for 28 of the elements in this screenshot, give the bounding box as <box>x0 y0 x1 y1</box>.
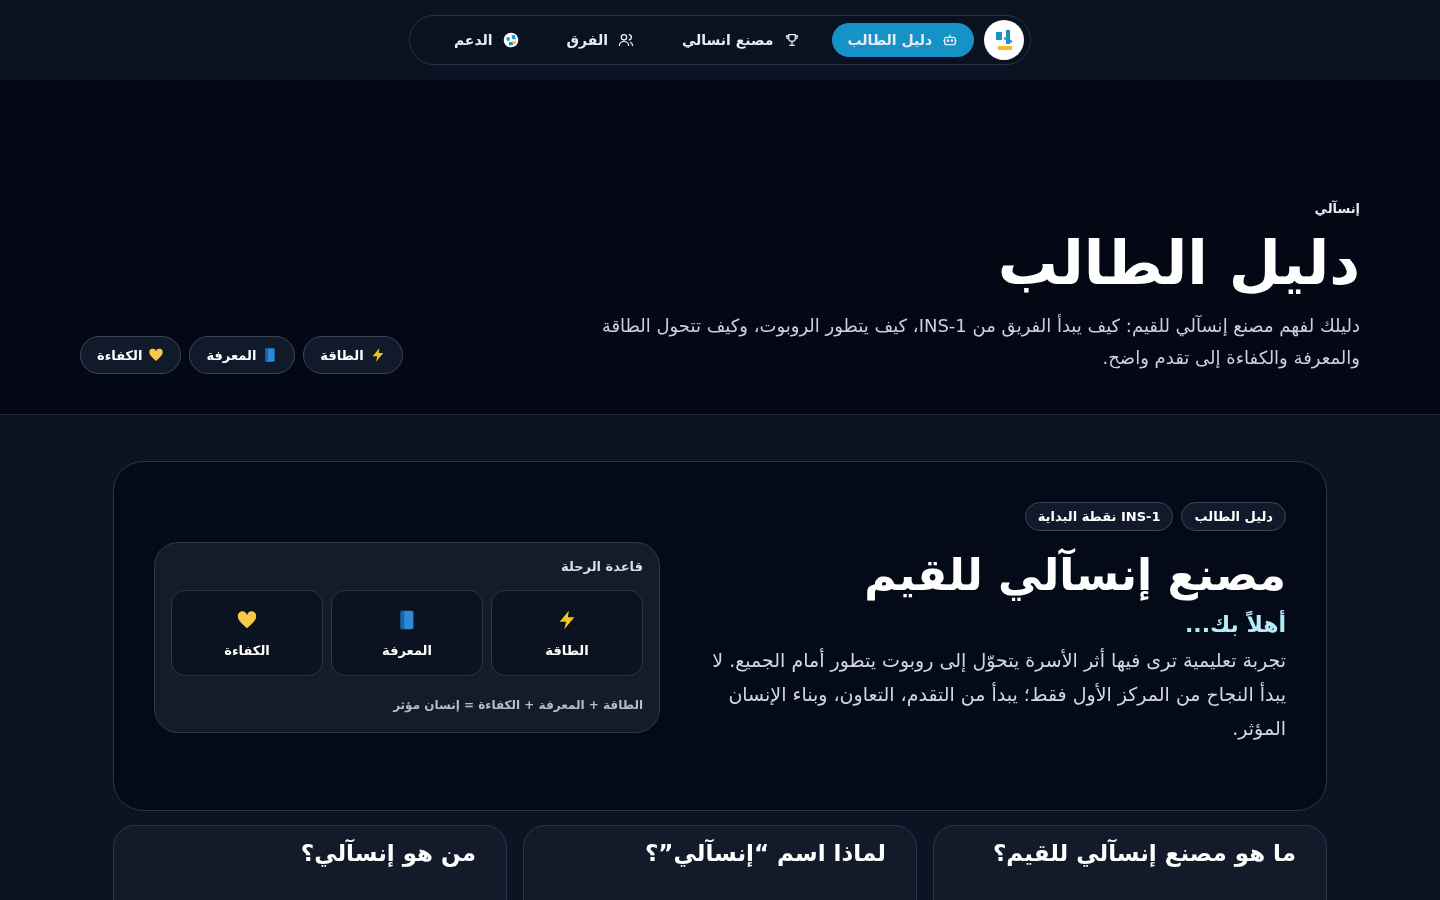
page-title: دليل الطالب <box>996 230 1360 296</box>
card-title: من هو إنسآلي؟ <box>299 840 476 868</box>
hero-description: دليلك لفهم مصنع إنسآلي للقيم: كيف يبدأ الفريق من INS-1، كيف يتطور الروبوت، وكيف تتحول الطاقة والمعرفة والكفاءة إلى تقدم واضح. <box>600 313 1360 371</box>
value-tile: الطاقة <box>491 590 643 676</box>
card-title: ما هو مصنع إنسآلي للقيم؟ <box>991 840 1296 868</box>
nav-link[interactable]: مصنع انسالي <box>665 23 816 57</box>
users-icon <box>617 32 634 48</box>
tag: INS-1 نقطة البداية <box>1024 502 1174 531</box>
heart-icon <box>148 347 165 363</box>
trophy-icon <box>783 32 800 48</box>
robot-icon <box>942 32 959 48</box>
section-title: مصنع إنسآلي للقيم <box>863 549 1286 602</box>
formula-text: الطاقة + المعرفة + الكفاءة = إنسان مؤثر <box>391 698 643 712</box>
value-tile: الكفاءة <box>171 590 323 676</box>
value-chip: الكفاءة <box>80 336 182 374</box>
nav-link[interactable]: الفرق <box>550 23 650 57</box>
nav-link[interactable]: الدعم <box>437 23 535 57</box>
value-tile: المعرفة <box>331 590 483 676</box>
value-chip: الطاقة <box>303 336 403 374</box>
card-title: لماذا اسم “إنسآلي”؟ <box>644 840 886 868</box>
panel-title: قاعدة الرحلة <box>560 559 643 574</box>
intro-paragraph: تجربة تعليمية ترى فيها أثر الأسرة يتحوّل إلى روبوت يتطور أمام الجميع. لا يبدأ النجاح من المركز الأول فقط؛ يبدأ من التقدم، التعاون، وبناء الإنسان المؤثر. <box>711 647 1286 742</box>
value-chip: المعرفة <box>189 336 296 374</box>
logo-icon[interactable] <box>984 20 1025 60</box>
tag: دليل الطالب <box>1181 502 1286 531</box>
heart-icon <box>236 608 258 631</box>
eyebrow-label: إنسآلي <box>1313 201 1360 216</box>
welcome-subtitle: أهلاً بك... <box>1184 611 1286 637</box>
